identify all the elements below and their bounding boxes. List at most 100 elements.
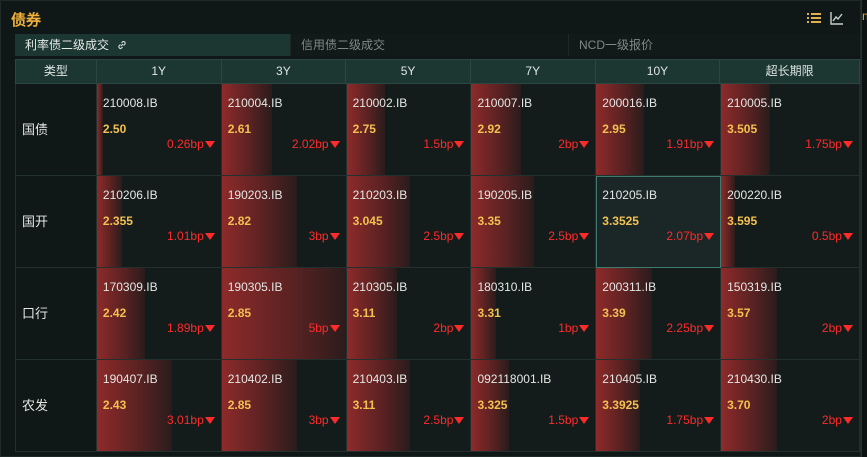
triangle-down-icon [842,232,853,240]
bond-code: 092118001.IB [477,372,552,386]
table-row: 口行 170309.IB 2.42 1.89bp 190305.IB 2.85 5bp 210… [15,268,860,360]
triangle-down-icon [704,416,715,424]
tab-rate-bond-secondary[interactable]: 利率债二级成交 [15,34,291,56]
yield-change-value: 2.5bp [548,229,579,243]
triangle-down-icon [579,324,590,332]
triangle-down-icon [454,324,465,332]
yield-change-value: 1.75bp [805,137,842,151]
triangle-down-icon [704,324,715,332]
tab-bar: 利率债二级成交 信用债二级成交 NCD一级报价 [15,34,860,56]
yield-change-value: 0.5bp [811,229,842,243]
table-row: 国开 210206.IB 2.355 1.01bp 190203.IB 2.82 3bp 21… [15,176,860,268]
triangle-down-icon [329,232,340,240]
yield-change-value: 2bp [821,413,842,427]
triangle-down-icon [204,140,215,148]
yield-change-value: 1.5bp [548,413,579,427]
yield-change: 1.75bp [805,137,853,151]
bond-cell[interactable]: 190205.IB 3.35 2.5bp [471,176,597,268]
bond-code: 210402.IB [227,372,283,386]
bond-cell[interactable]: 200311.IB 3.39 2.25bp [596,268,722,360]
bond-yield: 2.85 [227,306,252,320]
bond-cell[interactable]: 210205.IB 3.3525 2.07bp [596,176,722,268]
bond-cell[interactable]: 210206.IB 2.355 1.01bp [96,176,222,268]
bond-yield: 3.57 [727,306,751,320]
tab-label: 利率债二级成交 [25,38,110,52]
triangle-down-icon [329,416,340,424]
yield-change-value: 2.5bp [423,413,454,427]
list-icon[interactable] [807,11,821,25]
tab-ncd-primary-quote[interactable]: NCD一级报价 [569,34,860,56]
yield-change: 2.25bp [666,321,715,335]
row-label: 农发 [16,360,97,452]
bond-cell[interactable]: 210403.IB 3.11 2.5bp [346,360,472,452]
bond-cell[interactable]: 210008.IB 2.50 0.26bp [96,84,222,176]
bond-cell[interactable]: 210405.IB 3.3925 1.75bp [596,360,722,452]
yield-change: 1.01bp [167,229,215,243]
yield-change: 2.5bp [423,229,465,243]
bond-code: 200016.IB [602,96,657,110]
bond-cell[interactable]: 092118001.IB 3.325 1.5bp [471,360,597,452]
row-label: 国债 [16,84,97,176]
bond-cell[interactable]: 210002.IB 2.75 1.5bp [346,84,472,176]
bond-cell[interactable]: 210305.IB 3.11 2bp [346,268,472,360]
bond-cell[interactable]: 190203.IB 2.82 3bp [221,176,347,268]
bond-code: 210008.IB [102,96,158,110]
triangle-down-icon [204,416,215,424]
adjacent-panel-title-fragment: n [862,9,867,23]
triangle-down-icon [842,324,853,332]
line-chart-icon[interactable] [830,11,844,25]
bond-cell[interactable]: 210430.IB 3.70 2bp [721,360,860,452]
bond-code: 210002.IB [352,96,408,110]
triangle-down-icon [842,416,853,424]
bond-yield: 3.505 [727,122,758,136]
bond-cell[interactable]: 210005.IB 3.505 1.75bp [721,84,860,176]
bond-cell[interactable]: 170309.IB 2.42 1.89bp [96,268,222,360]
triangle-down-icon [204,232,215,240]
bond-yield: 3.39 [602,306,626,320]
bond-code: 210206.IB [102,188,158,202]
table-row: 国债 210008.IB 2.50 0.26bp 210004.IB 2.61 2.02bp… [15,84,860,176]
bond-cell[interactable]: 210402.IB 2.85 3bp [221,360,347,452]
bond-cell[interactable]: 150319.IB 3.57 2bp [721,268,860,360]
triangle-down-icon [454,416,465,424]
triangle-down-icon [704,232,715,240]
yield-change: 3.01bp [167,413,215,427]
yield-change: 2.5bp [423,413,465,427]
triangle-down-icon [842,140,853,148]
yield-change-value: 2.07bp [666,229,704,243]
yield-change: 2bp [822,321,853,335]
bond-yield: 3.3925 [602,398,639,412]
bond-cell[interactable]: 210203.IB 3.045 2.5bp [346,176,472,268]
tab-credit-bond-secondary[interactable]: 信用债二级成交 [291,34,569,56]
adjacent-panel-edge [861,0,867,457]
bond-code: 210430.IB [727,372,782,386]
yield-change-value: 1.89bp [167,321,204,335]
triangle-down-icon [579,232,590,240]
bond-code: 150319.IB [727,280,782,294]
panel-header: 债券 [1,1,862,33]
bond-grid: 类型 1Y 3Y 5Y 7Y 10Y 超长期限 国债 210008.IB 2.50 0… [15,59,860,452]
bond-code: 190305.IB [227,280,283,294]
column-header-5y: 5Y [346,60,471,83]
yield-change: 3bp [309,229,340,243]
column-header-1y: 1Y [97,60,222,83]
triangle-down-icon [204,324,215,332]
bond-code: 190203.IB [227,188,283,202]
yield-change: 2bp [558,137,590,151]
yield-change: 1.5bp [423,137,465,151]
bond-cell[interactable]: 210004.IB 2.61 2.02bp [221,84,347,176]
bond-code: 170309.IB [102,280,158,294]
bond-yield: 2.95 [602,122,626,136]
yield-change: 1.89bp [167,321,215,335]
yield-change-value: 1.91bp [666,137,704,151]
yield-change-value: 2.25bp [666,321,704,335]
bond-cell[interactable]: 190407.IB 2.43 3.01bp [96,360,222,452]
bond-cell[interactable]: 200016.IB 2.95 1.91bp [596,84,722,176]
bond-cell[interactable]: 190305.IB 2.85 5bp [221,268,347,360]
bond-code: 210004.IB [227,96,283,110]
bond-cell[interactable]: 200220.IB 3.595 0.5bp [721,176,860,268]
bond-cell[interactable]: 210007.IB 2.92 2bp [471,84,597,176]
bond-cell[interactable]: 180310.IB 3.31 1bp [471,268,597,360]
bond-code: 210205.IB [602,188,657,202]
bond-panel: 债券 利率债二级成交 信用债二级成交 NCD一级报价 类型 1Y 3Y 5Y 7… [0,0,861,457]
